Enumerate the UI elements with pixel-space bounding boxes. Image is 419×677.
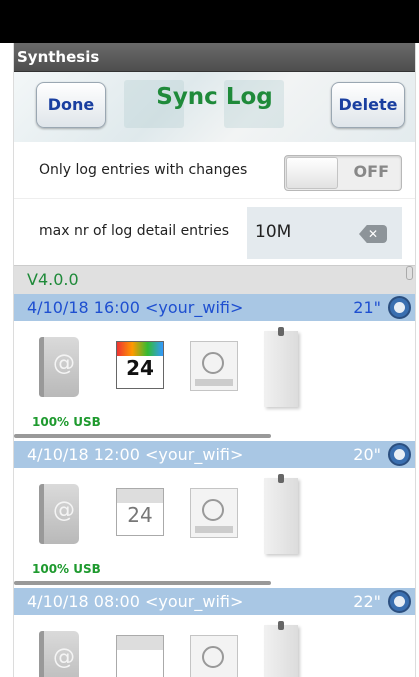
clear-input-icon[interactable]: ✕ [359, 225, 387, 243]
version-bar: V4.0.0 [14, 265, 415, 294]
log-entry-datetime: 4/10/18 12:00 <your_wifi> [27, 445, 244, 464]
max-entries-input[interactable]: 10M ✕ [247, 207, 402, 259]
clock-icon [388, 590, 411, 613]
calendar-icon: 24 [116, 488, 164, 536]
only-changes-toggle[interactable]: OFF [284, 155, 402, 191]
entry-divider [14, 434, 271, 438]
log-entry-datetime: 4/10/18 08:00 <your_wifi> [27, 592, 244, 611]
memo-note-icon [264, 474, 298, 554]
log-entry-duration: 20" [353, 445, 381, 464]
max-entries-row: max nr of log detail entries 10M ✕ [14, 199, 415, 265]
window-title: Synthesis [14, 43, 415, 72]
contacts-book-icon: @ [39, 337, 79, 397]
toggle-state-label: OFF [353, 162, 389, 181]
tasks-sync-icon [190, 488, 238, 538]
memo-note-icon [264, 621, 298, 677]
contacts-book-icon: @ [39, 631, 79, 677]
app-window: Synthesis Done Sync Log Delete Only log … [13, 43, 416, 677]
header-bar: Done Sync Log Delete [14, 72, 415, 142]
only-changes-row: Only log entries with changes OFF [14, 142, 415, 199]
calendar-icon [116, 635, 164, 677]
contacts-sync-status: 100% USB [32, 415, 101, 429]
toggle-knob [286, 157, 338, 189]
contacts-book-icon: @ [39, 484, 79, 544]
calendar-icon: 24 [116, 341, 164, 389]
log-entry-body: @ 24 100% USB [14, 468, 415, 588]
contacts-sync-status: 100% USB [32, 562, 101, 576]
status-bar [0, 0, 419, 43]
log-entry-header[interactable]: 4/10/18 16:00 <your_wifi> 21" [14, 294, 415, 321]
log-entry-duration: 22" [353, 592, 381, 611]
clock-icon [388, 296, 411, 319]
log-entry-duration: 21" [353, 298, 381, 317]
memo-note-icon [264, 327, 298, 407]
log-entry-header[interactable]: 4/10/18 08:00 <your_wifi> 22" [14, 588, 415, 615]
scroll-indicator [406, 266, 413, 280]
log-entry-body: @ 24 100% USB [14, 321, 415, 441]
clock-icon [388, 443, 411, 466]
tasks-sync-icon [190, 635, 238, 677]
only-changes-label: Only log entries with changes [39, 162, 248, 178]
delete-button[interactable]: Delete [331, 82, 405, 128]
tasks-sync-icon [190, 341, 238, 391]
log-entry-header[interactable]: 4/10/18 12:00 <your_wifi> 20" [14, 441, 415, 468]
entry-divider [14, 581, 271, 585]
log-entry-body: @ [14, 615, 415, 677]
version-label: V4.0.0 [27, 270, 79, 289]
max-entries-value: 10M [255, 222, 292, 242]
log-entry-datetime: 4/10/18 16:00 <your_wifi> [27, 298, 244, 317]
max-entries-label: max nr of log detail entries [39, 223, 230, 239]
